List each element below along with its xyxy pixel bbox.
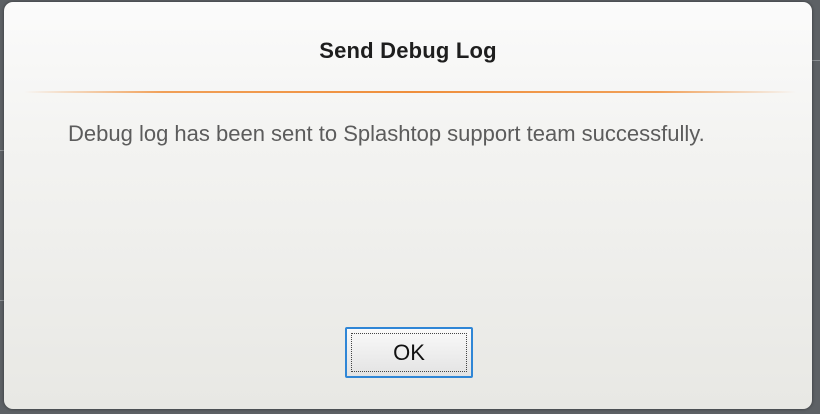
background-window-edge <box>812 60 820 61</box>
ok-button[interactable]: OK <box>345 327 473 378</box>
dialog-message: Debug log has been sent to Splashtop sup… <box>68 121 705 146</box>
send-debug-log-dialog: Send Debug Log Debug log has been sent t… <box>4 2 812 409</box>
title-divider <box>24 91 796 93</box>
ok-button-label: OK <box>351 333 467 372</box>
dialog-title: Send Debug Log <box>319 38 497 63</box>
